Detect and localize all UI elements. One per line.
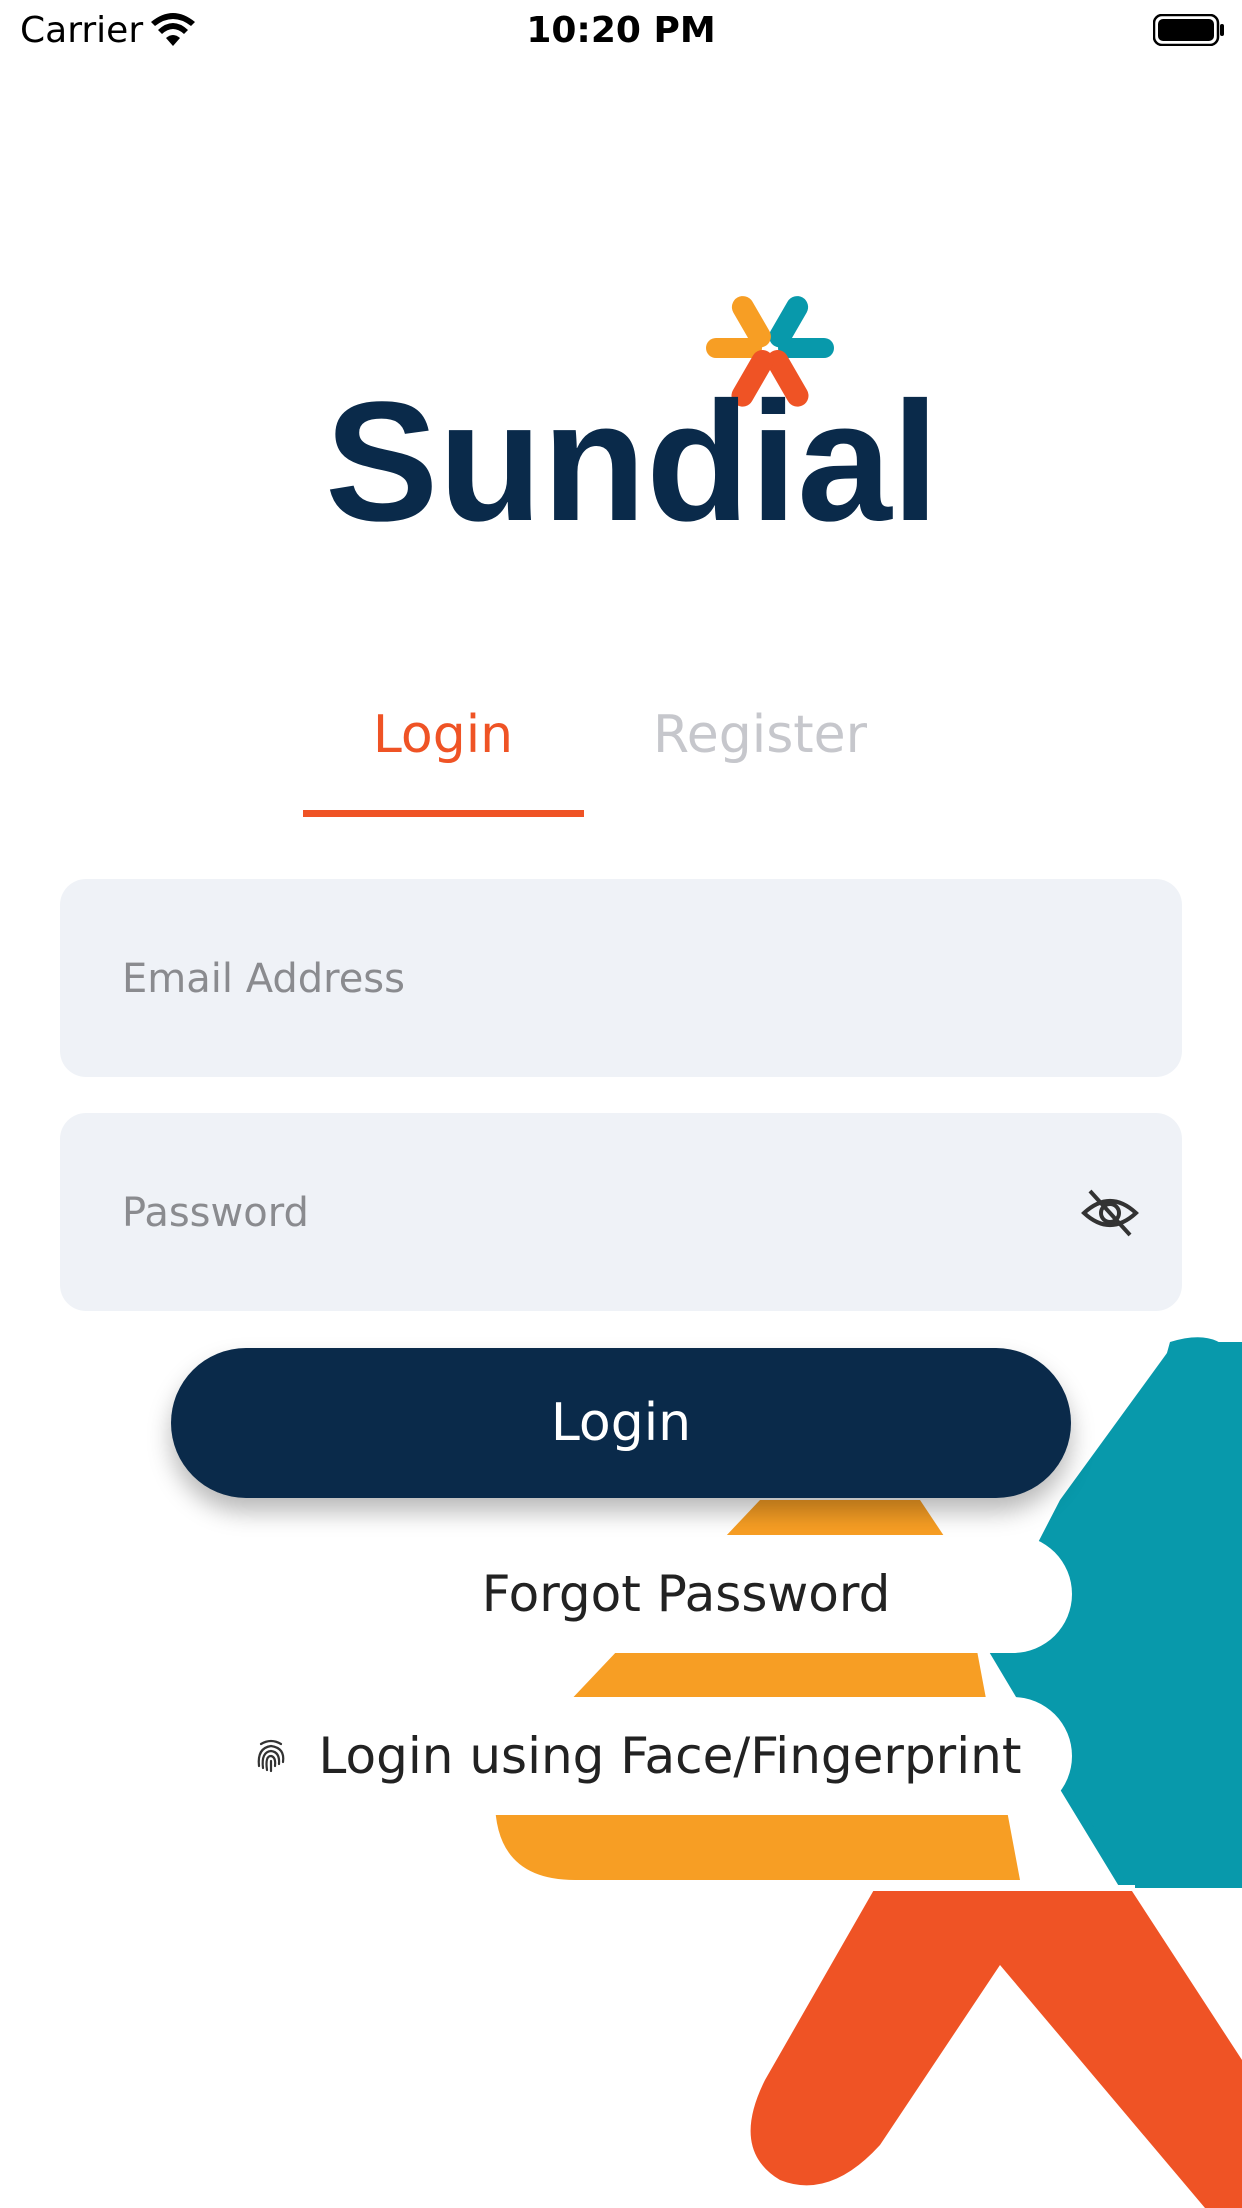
biometric-login-link[interactable]: Login using Face/Fingerprint [200,1697,1072,1815]
active-tab-indicator [303,810,584,817]
status-bar: Carrier 10:20 PM [0,0,1242,62]
status-time: 10:20 PM [526,10,716,51]
email-field[interactable] [120,879,1024,1079]
password-field-container [60,1113,1182,1313]
logo-wordmark: Sundial [325,367,930,530]
battery-icon [1153,14,1224,46]
tab-register[interactable]: Register [620,705,900,765]
eye-slash-icon[interactable] [1080,1183,1140,1243]
sundial-logo: Sundial [325,296,930,530]
forgot-password-label: Forgot Password [481,1565,891,1623]
tab-login[interactable]: Login [303,705,583,765]
forgot-password-link[interactable]: Forgot Password [300,1535,1072,1653]
fingerprint-icon [257,1739,284,1773]
biometric-login-label: Login using Face/Fingerprint [318,1727,1022,1785]
password-field[interactable] [120,1113,1024,1313]
email-field-container [60,879,1182,1079]
login-button[interactable]: Login [171,1348,1071,1498]
